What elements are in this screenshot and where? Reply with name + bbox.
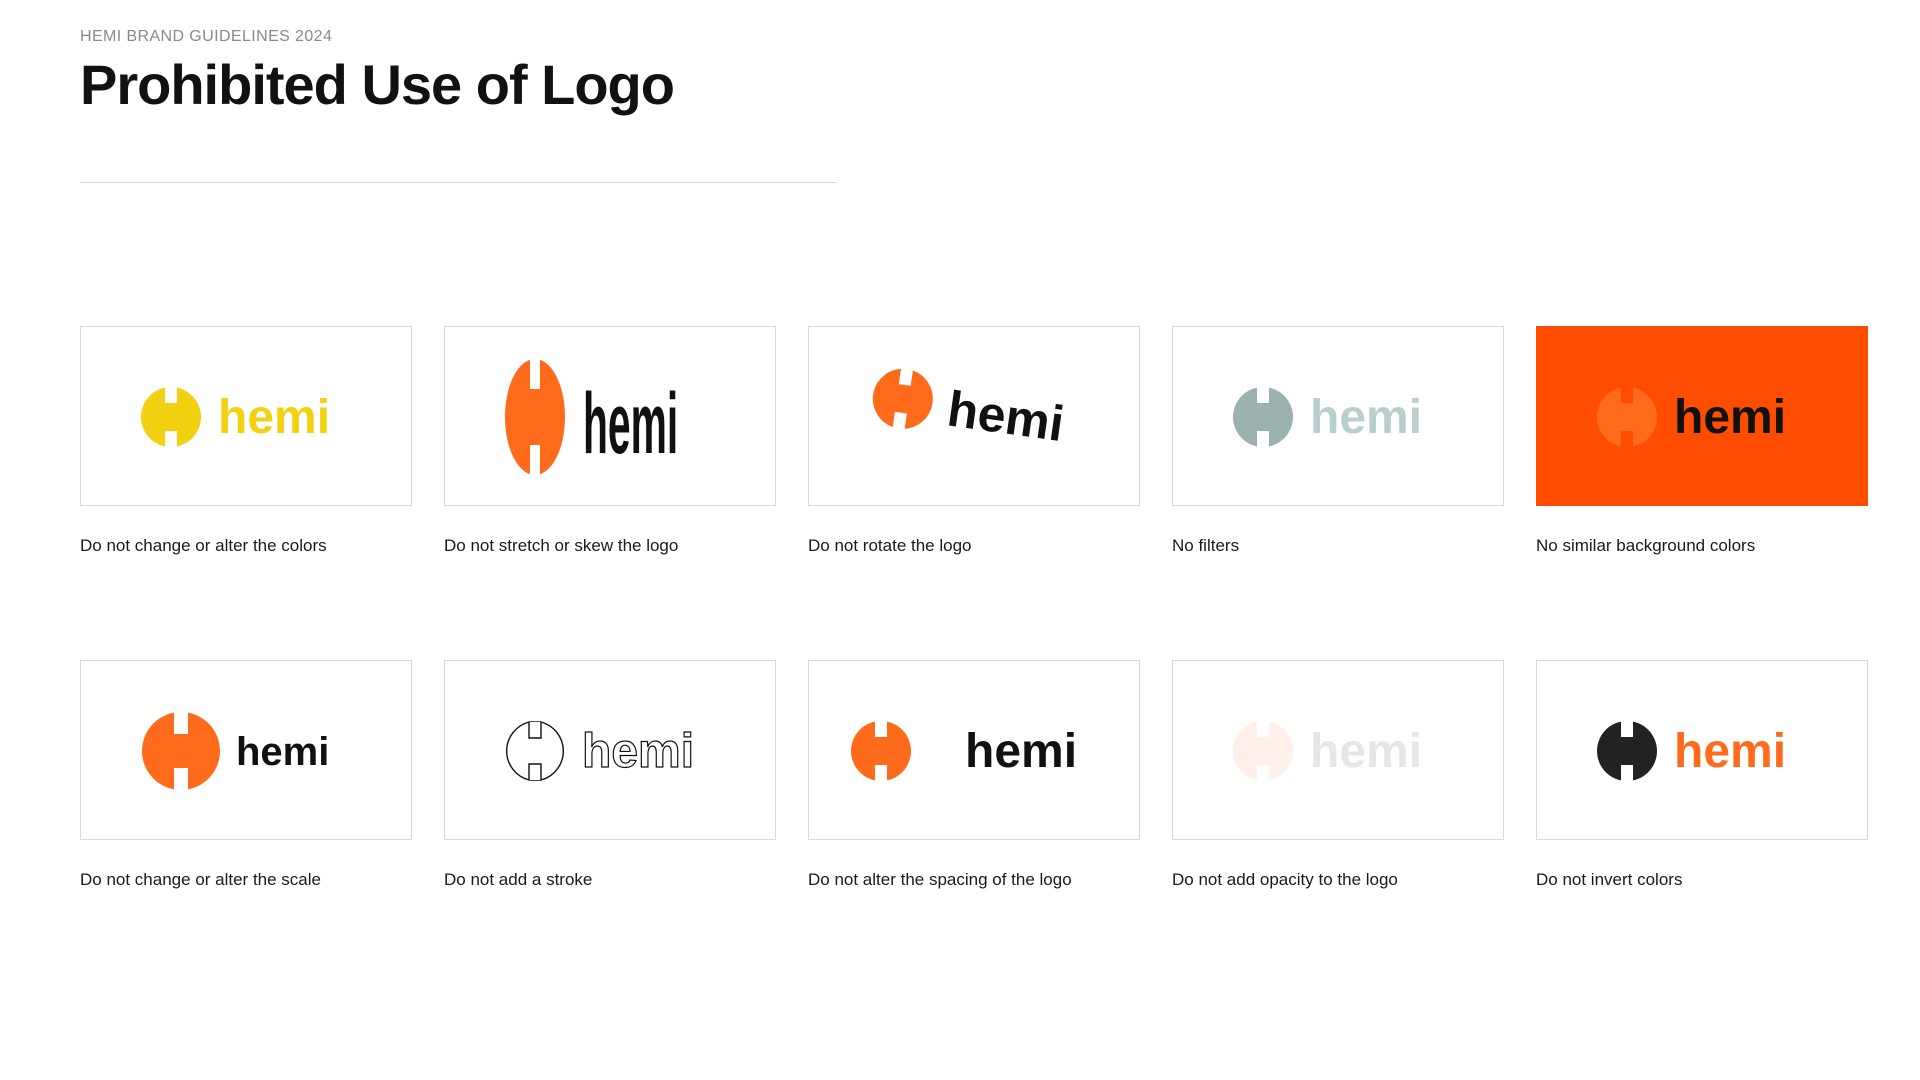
example-tile-similar-background: hemi bbox=[1536, 326, 1868, 506]
example-tile-invert: hemi bbox=[1536, 660, 1868, 840]
caption-scale: Do not change or alter the scale bbox=[80, 870, 321, 889]
logo-wordmark: hemi bbox=[583, 376, 678, 472]
hemi-logo-yellow: hemi bbox=[141, 385, 330, 449]
caption-stroke: Do not add a stroke bbox=[444, 870, 593, 889]
logo-wordmark: hemi bbox=[1310, 391, 1422, 444]
logo-wordmark: hemi bbox=[1674, 725, 1786, 778]
example-tile-filters: hemi bbox=[1172, 326, 1504, 506]
hemi-logo-spaced: hemi bbox=[851, 719, 1077, 783]
logo-wordmark: hemi bbox=[1674, 391, 1786, 444]
hemi-logo-rescaled: hemi bbox=[142, 710, 329, 792]
hemi-logo-inverted: hemi bbox=[1597, 719, 1786, 783]
example-tile-colors: hemi bbox=[80, 326, 412, 506]
caption-opacity: Do not add opacity to the logo bbox=[1172, 870, 1398, 889]
caption-spacing: Do not alter the spacing of the logo bbox=[808, 870, 1072, 889]
eyebrow-label: HEMI BRAND GUIDELINES 2024 bbox=[80, 28, 333, 45]
hemi-logo-filtered: hemi bbox=[1233, 385, 1422, 449]
caption-similar-background: No similar background colors bbox=[1536, 536, 1756, 555]
hemi-logo-stroked: hemi bbox=[505, 721, 695, 781]
logo-wordmark: hemi bbox=[1310, 725, 1422, 778]
caption-rotate: Do not rotate the logo bbox=[808, 536, 972, 555]
example-tile-scale: hemi bbox=[80, 660, 412, 840]
title-divider bbox=[80, 182, 836, 183]
example-tile-stretch: hemi bbox=[444, 326, 776, 506]
hemi-logo-stretched: hemi bbox=[505, 357, 678, 477]
example-tile-spacing: hemi bbox=[808, 660, 1140, 840]
logo-wordmark: hemi bbox=[944, 380, 1067, 452]
hemi-logo-on-orange: hemi bbox=[1597, 385, 1786, 449]
caption-stretch: Do not stretch or skew the logo bbox=[444, 536, 679, 555]
caption-colors: Do not change or alter the colors bbox=[80, 536, 327, 555]
logo-wordmark: hemi bbox=[582, 725, 694, 778]
logo-wordmark: hemi bbox=[236, 730, 329, 774]
caption-invert: Do not invert colors bbox=[1536, 870, 1683, 889]
logo-wordmark: hemi bbox=[218, 391, 330, 444]
example-tile-stroke: hemi bbox=[444, 660, 776, 840]
logo-wordmark: hemi bbox=[965, 725, 1077, 778]
hemi-logo-faded: hemi bbox=[1233, 719, 1422, 783]
example-tile-opacity: hemi bbox=[1172, 660, 1504, 840]
page-title: Prohibited Use of Logo bbox=[80, 53, 675, 116]
caption-filters: No filters bbox=[1172, 536, 1240, 555]
hemi-logo-rotated: hemi bbox=[872, 366, 1067, 452]
example-tile-rotate: hemi bbox=[808, 326, 1140, 506]
